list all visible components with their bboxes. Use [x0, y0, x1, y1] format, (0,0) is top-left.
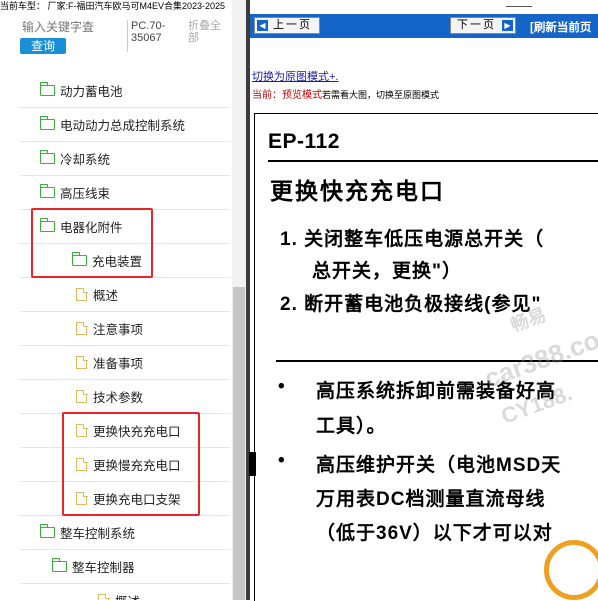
tree-node[interactable]: 整车控制器 [20, 550, 230, 584]
tree-node[interactable]: 动力蓄电池 [20, 74, 230, 108]
highlight-box-electrical-accessories [31, 208, 153, 278]
document-icon [76, 355, 88, 369]
preview-mode-label: 预览模式 [282, 90, 322, 101]
current-mode-line: 当前：预览模式若需看大图，切换至原图模式 [252, 86, 439, 101]
keyword-input[interactable]: 输入关键字査 [22, 18, 122, 35]
query-button[interactable]: 查询 [20, 38, 66, 54]
step-2: 2. 断开蓄电池负极接线(参见" [280, 294, 542, 315]
tree-node[interactable]: 整车控制系统 [20, 516, 230, 550]
refresh-page-link[interactable]: [刷新当前页 [530, 19, 591, 35]
tree-node-label: 动力蓄电池 [60, 85, 123, 99]
folder-icon [39, 184, 55, 198]
folder-open-icon [39, 524, 55, 538]
folder-icon [39, 116, 55, 130]
code-underline [268, 160, 598, 162]
tree-node[interactable]: 电动动力总成控制系统 [20, 108, 230, 142]
prev-page-label: 上一页 [273, 19, 312, 31]
procedure-code: EP-112 [268, 130, 340, 153]
bullet-2-line-2: 万用表DC档测量直流母线 [316, 489, 546, 510]
tree-node-label: 技术参数 [93, 391, 144, 405]
watermark-logo [544, 540, 598, 600]
folder-open-icon [51, 558, 67, 572]
next-page-button[interactable]: 下一页 ▶ [450, 17, 516, 34]
next-page-label: 下一页 [457, 19, 496, 31]
tree-node[interactable]: 准备事项 [20, 346, 230, 380]
prev-page-button[interactable]: ◀ 上一页 [254, 17, 320, 34]
right-arrow-icon: ▶ [502, 20, 513, 31]
document-icon [76, 321, 88, 335]
tree-node-label: 整车控制系统 [60, 527, 136, 541]
page-edge-mark [249, 452, 256, 476]
pane-divider[interactable] [246, 0, 250, 600]
procedure-title: 更换快充充电口 [270, 178, 445, 204]
tree-scrollbar[interactable] [232, 0, 246, 600]
bullet-2-line-1: 高压维护开关（电池MSD天 [316, 455, 562, 476]
collapse-all-button[interactable]: 折叠全 部 [188, 20, 221, 44]
folder-icon [39, 82, 55, 96]
mode-hint: 若需看大图，切换至原图模式 [322, 90, 440, 100]
search-row: 输入关键字査 查询 PC.70- 35067 折叠全 部 [0, 14, 232, 58]
tree-node-label: 概述 [93, 289, 119, 303]
tree-node-label: 高压线束 [60, 187, 111, 201]
top-link-fragment[interactable] [506, 0, 532, 7]
tree-node[interactable]: 注意事项 [20, 312, 230, 346]
highlight-box-charge-port-procedures [62, 412, 200, 516]
current-vehicle-bar: 当前车型： 厂家:F-福田汽车欧马可M4EV合集2023-2025 [0, 1, 226, 11]
bullet-1-marker: • [278, 376, 285, 397]
tree-node[interactable]: 高压线束 [20, 176, 230, 210]
switch-original-mode-link[interactable]: 切换为原图模式+. [252, 68, 338, 84]
tree-node-label: 准备事项 [93, 357, 144, 371]
current-label: 当前： [252, 90, 282, 101]
tree-node-label: 注意事项 [93, 323, 144, 337]
tree-node-label: 冷却系统 [60, 153, 111, 167]
tree-node-label: 电动动力总成控制系统 [60, 119, 186, 133]
document-icon [76, 389, 88, 403]
folder-icon [39, 150, 55, 164]
tree-node[interactable]: 冷却系统 [20, 142, 230, 176]
step-1-line-2: 总开关，更换"） [312, 261, 463, 282]
bullet-2-marker: • [278, 450, 285, 471]
document-icon [98, 593, 110, 600]
tree-node[interactable]: 技术参数 [20, 380, 230, 414]
model-code: PC.70- 35067 [131, 20, 166, 44]
tree-node-label: 概述 [115, 591, 140, 600]
tree-node[interactable]: 概述 [20, 584, 230, 600]
bullet-1-line-2: 工具）。 [316, 416, 387, 437]
tree-node-label: 整车控制器 [72, 561, 135, 575]
scrollbar-thumb[interactable] [233, 287, 245, 600]
left-arrow-icon: ◀ [257, 20, 268, 31]
document-icon [76, 287, 88, 301]
step-1-line-1: 1. 关闭整车低压电源总开关（ [280, 229, 545, 250]
tree-node[interactable]: 概述 [20, 278, 230, 312]
bullet-2-line-3: （低于36V）以下才可以对 [316, 523, 553, 544]
search-divider [127, 20, 128, 52]
manual-tree: 动力蓄电池 电动动力总成控制系统 冷却系统 高压线束 电器化附件 充电装置 概述 注意事项 准备… [0, 74, 232, 600]
